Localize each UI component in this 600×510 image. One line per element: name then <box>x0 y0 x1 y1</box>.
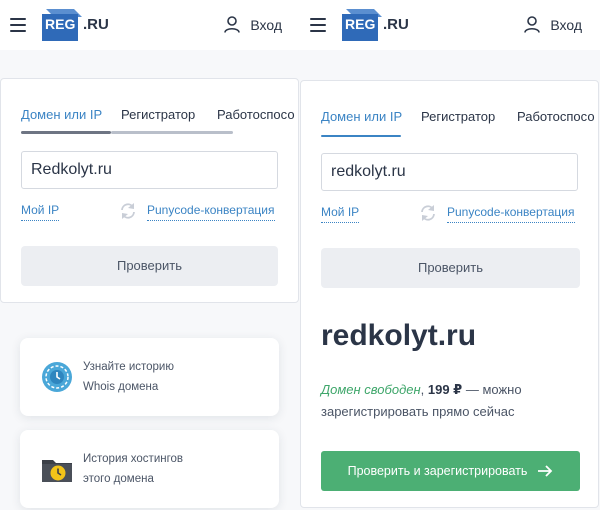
right-screen: REG .RU Вход Домен или IP Регистратор Ра… <box>300 0 600 510</box>
logo-mark-text: REG <box>345 16 376 32</box>
status-separator: , <box>420 382 428 397</box>
login-label: Вход <box>250 16 282 33</box>
logo-mark-text: REG <box>45 16 76 32</box>
header: REG .RU Вход <box>0 0 300 50</box>
login-button[interactable]: Вход <box>524 16 582 33</box>
hosting-history-text: История хостингов этого домена <box>83 449 183 489</box>
punycode-link[interactable]: Punycode-конвертация <box>447 205 575 223</box>
whois-history-line2: Whois домена <box>83 381 159 393</box>
hosting-history-line2: этого домена <box>83 473 154 485</box>
domain-free-status: Домен свободен <box>321 382 421 397</box>
result-status: Домен свободен, 199 ₽ — можно зарегистри… <box>321 379 581 423</box>
tab-availability[interactable]: Работоспосо <box>217 107 295 122</box>
check-button[interactable]: Проверить <box>21 246 278 286</box>
domain-check-card: Домен или IP Регистратор Работоспосо Red… <box>0 78 299 303</box>
check-and-register-button[interactable]: Проверить и зарегистрировать <box>321 451 580 491</box>
whois-history-text: Узнайте историю Whois домена <box>83 357 174 397</box>
tab-registrar[interactable]: Регистратор <box>421 109 495 124</box>
result-domain-name: redkolyt.ru <box>321 319 477 352</box>
tab-domain-or-ip[interactable]: Домен или IP <box>321 109 402 124</box>
logo[interactable]: REG .RU <box>42 6 109 42</box>
hamburger-menu-icon[interactable] <box>10 18 26 32</box>
hosting-history-card[interactable]: История хостингов этого домена <box>20 430 279 508</box>
refresh-icon[interactable] <box>418 203 438 223</box>
hamburger-menu-icon[interactable] <box>310 18 326 32</box>
login-button[interactable]: Вход <box>224 16 282 33</box>
tab-registrar[interactable]: Регистратор <box>121 107 195 122</box>
domain-check-card: Домен или IP Регистратор Работоспосо red… <box>300 80 599 508</box>
logo-suffix: .RU <box>83 15 109 33</box>
tab-active-underline <box>21 131 111 134</box>
logo[interactable]: REG .RU <box>342 6 409 42</box>
user-icon <box>524 16 541 33</box>
left-screen: REG .RU Вход Домен или IP Регистратор Ра… <box>0 0 300 510</box>
whois-history-icon <box>42 362 72 392</box>
login-label: Вход <box>550 16 582 33</box>
domain-input[interactable]: Redkolyt.ru <box>21 151 278 189</box>
my-ip-link[interactable]: Мой IP <box>21 203 60 221</box>
tab-scroll-track[interactable] <box>111 131 233 134</box>
refresh-icon[interactable] <box>118 201 138 221</box>
domain-price: 199 ₽ <box>427 382 463 397</box>
tab-domain-or-ip[interactable]: Домен или IP <box>21 107 102 122</box>
arrow-right-icon <box>538 465 553 477</box>
hosting-history-icon <box>42 460 72 482</box>
tab-availability[interactable]: Работоспосо <box>517 109 595 124</box>
whois-history-line1: Узнайте историю <box>83 361 174 373</box>
whois-history-card[interactable]: Узнайте историю Whois домена <box>20 338 279 416</box>
domain-input[interactable]: redkolyt.ru <box>321 153 578 191</box>
logo-suffix: .RU <box>383 15 409 33</box>
logo-mark: REG <box>342 7 382 41</box>
punycode-link[interactable]: Punycode-конвертация <box>147 203 275 221</box>
logo-mark: REG <box>42 7 82 41</box>
register-button-label: Проверить и зарегистрировать <box>347 464 528 478</box>
my-ip-link[interactable]: Мой IP <box>321 205 360 223</box>
header: REG .RU Вход <box>300 0 600 50</box>
user-icon <box>224 16 241 33</box>
hosting-history-line1: История хостингов <box>83 453 184 465</box>
check-button[interactable]: Проверить <box>321 248 580 288</box>
tab-active-underline <box>321 135 401 137</box>
